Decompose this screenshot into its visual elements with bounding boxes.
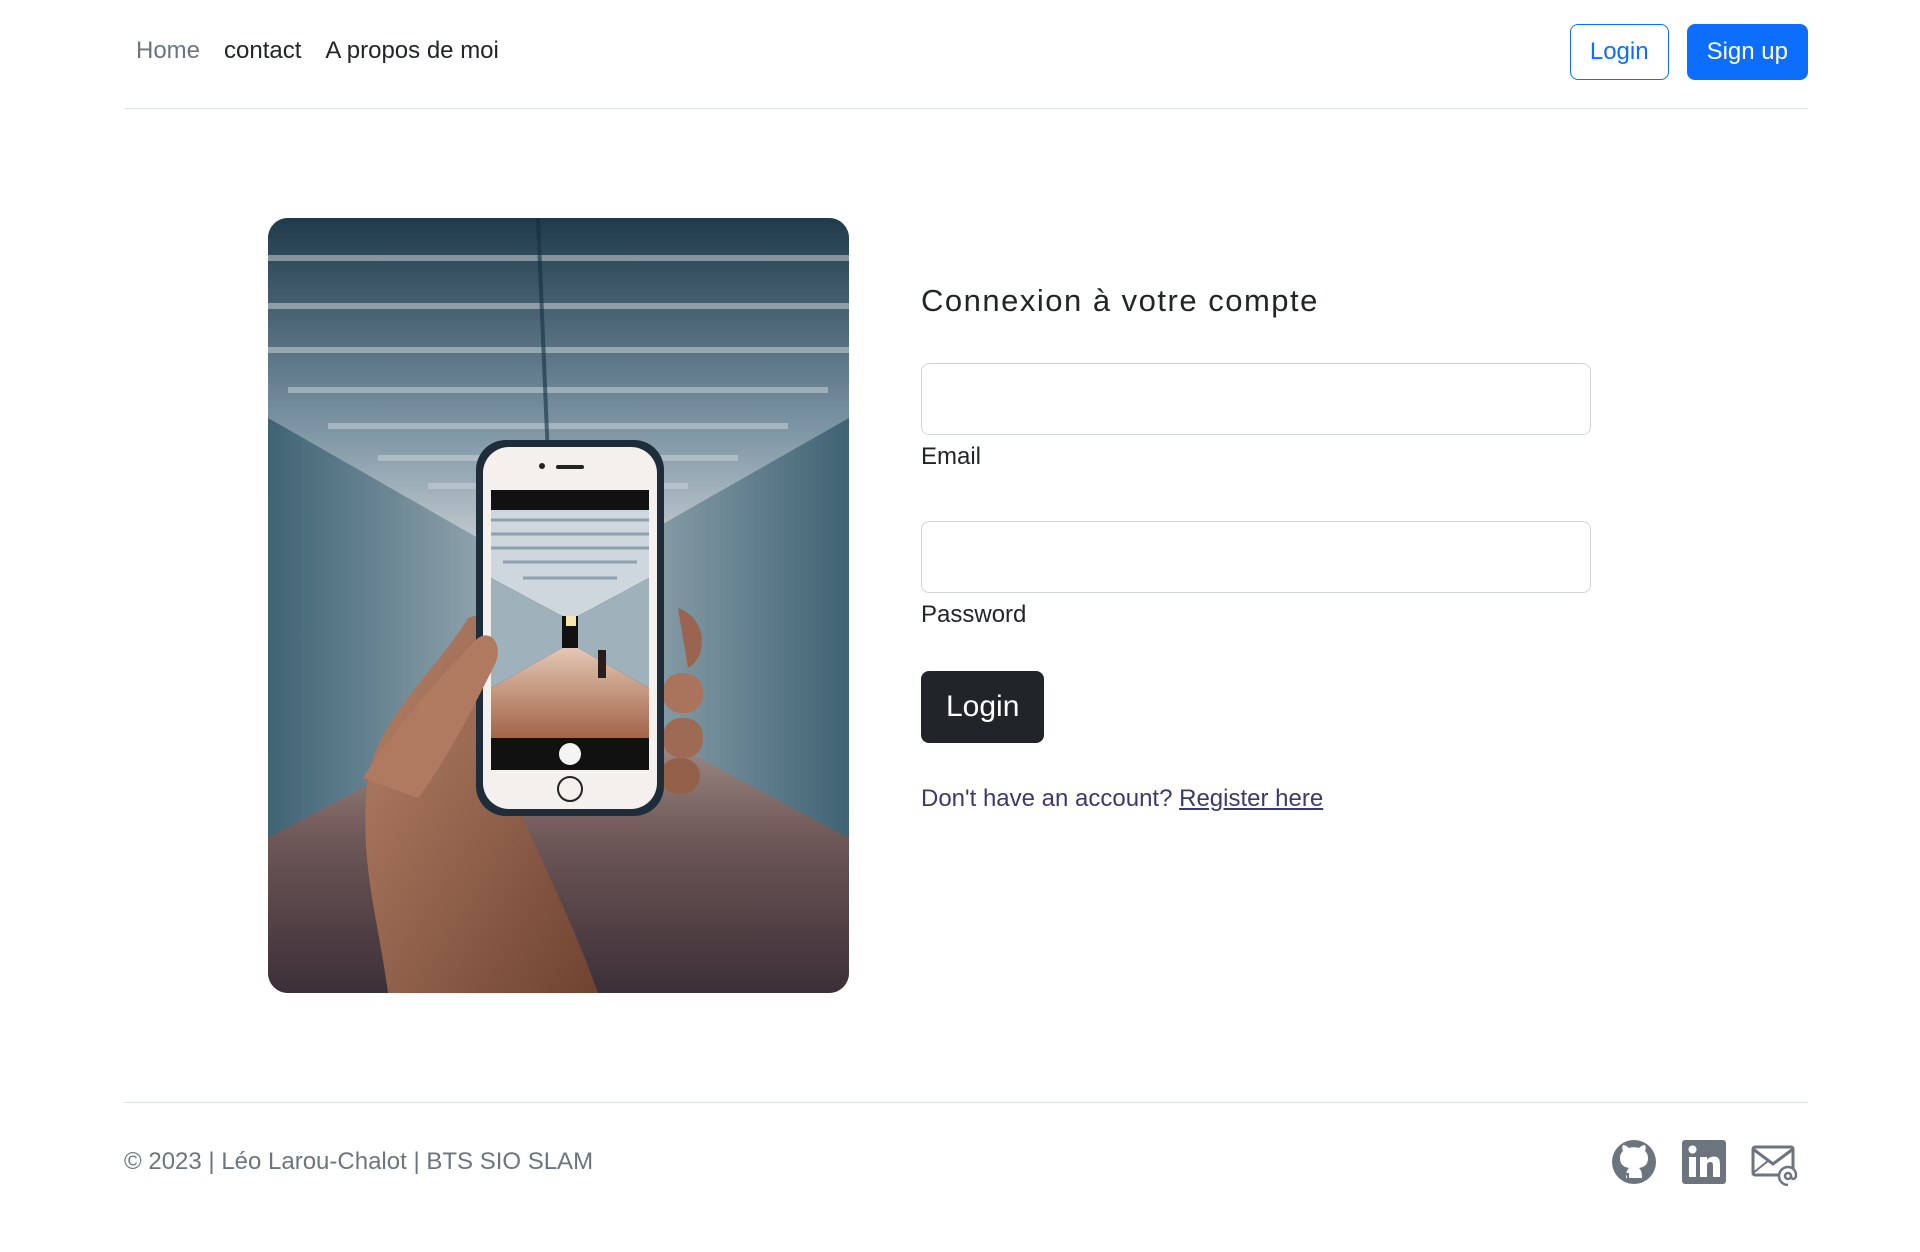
hero-image [268,218,849,993]
form-title: Connexion à votre compte [921,283,1319,318]
nav-contact-link[interactable]: contact [212,39,313,69]
register-prompt: Don't have an account? Register here [921,785,1593,813]
header-login-button[interactable]: Login [1569,24,1669,80]
register-prompt-text: Don't have an account? [921,785,1173,813]
email-label: Email [921,443,982,471]
site-footer: © 2023 | Léo Larou-Chalot | BTS SIO SLAM [124,1102,1808,1202]
password-label: Password [921,601,1027,629]
hero-illustration [268,218,849,993]
nav-about-link[interactable]: A propos de moi [313,39,510,69]
site-header: Home contact A propos de moi Login Sign … [124,0,1808,109]
email-field[interactable] [921,363,1591,436]
github-icon[interactable] [1610,1138,1658,1186]
login-form: Connexion à votre compte Email Password … [921,282,1593,813]
social-links [1610,1138,1798,1186]
login-submit-button[interactable]: Login [921,671,1045,744]
email-field-group: Email [921,363,1593,471]
header-signup-button[interactable]: Sign up [1686,24,1808,80]
copyright-text: © 2023 | Léo Larou-Chalot | BTS SIO SLAM [124,1147,594,1175]
password-field-group: Password [921,521,1593,629]
linkedin-icon[interactable] [1680,1138,1728,1186]
nav-home-link[interactable]: Home [124,39,212,69]
main-nav: Home contact A propos de moi [124,39,511,69]
email-icon[interactable] [1750,1138,1798,1186]
header-actions: Login Sign up [1569,24,1808,80]
register-link[interactable]: Register here [1179,785,1323,812]
password-field[interactable] [921,521,1591,594]
